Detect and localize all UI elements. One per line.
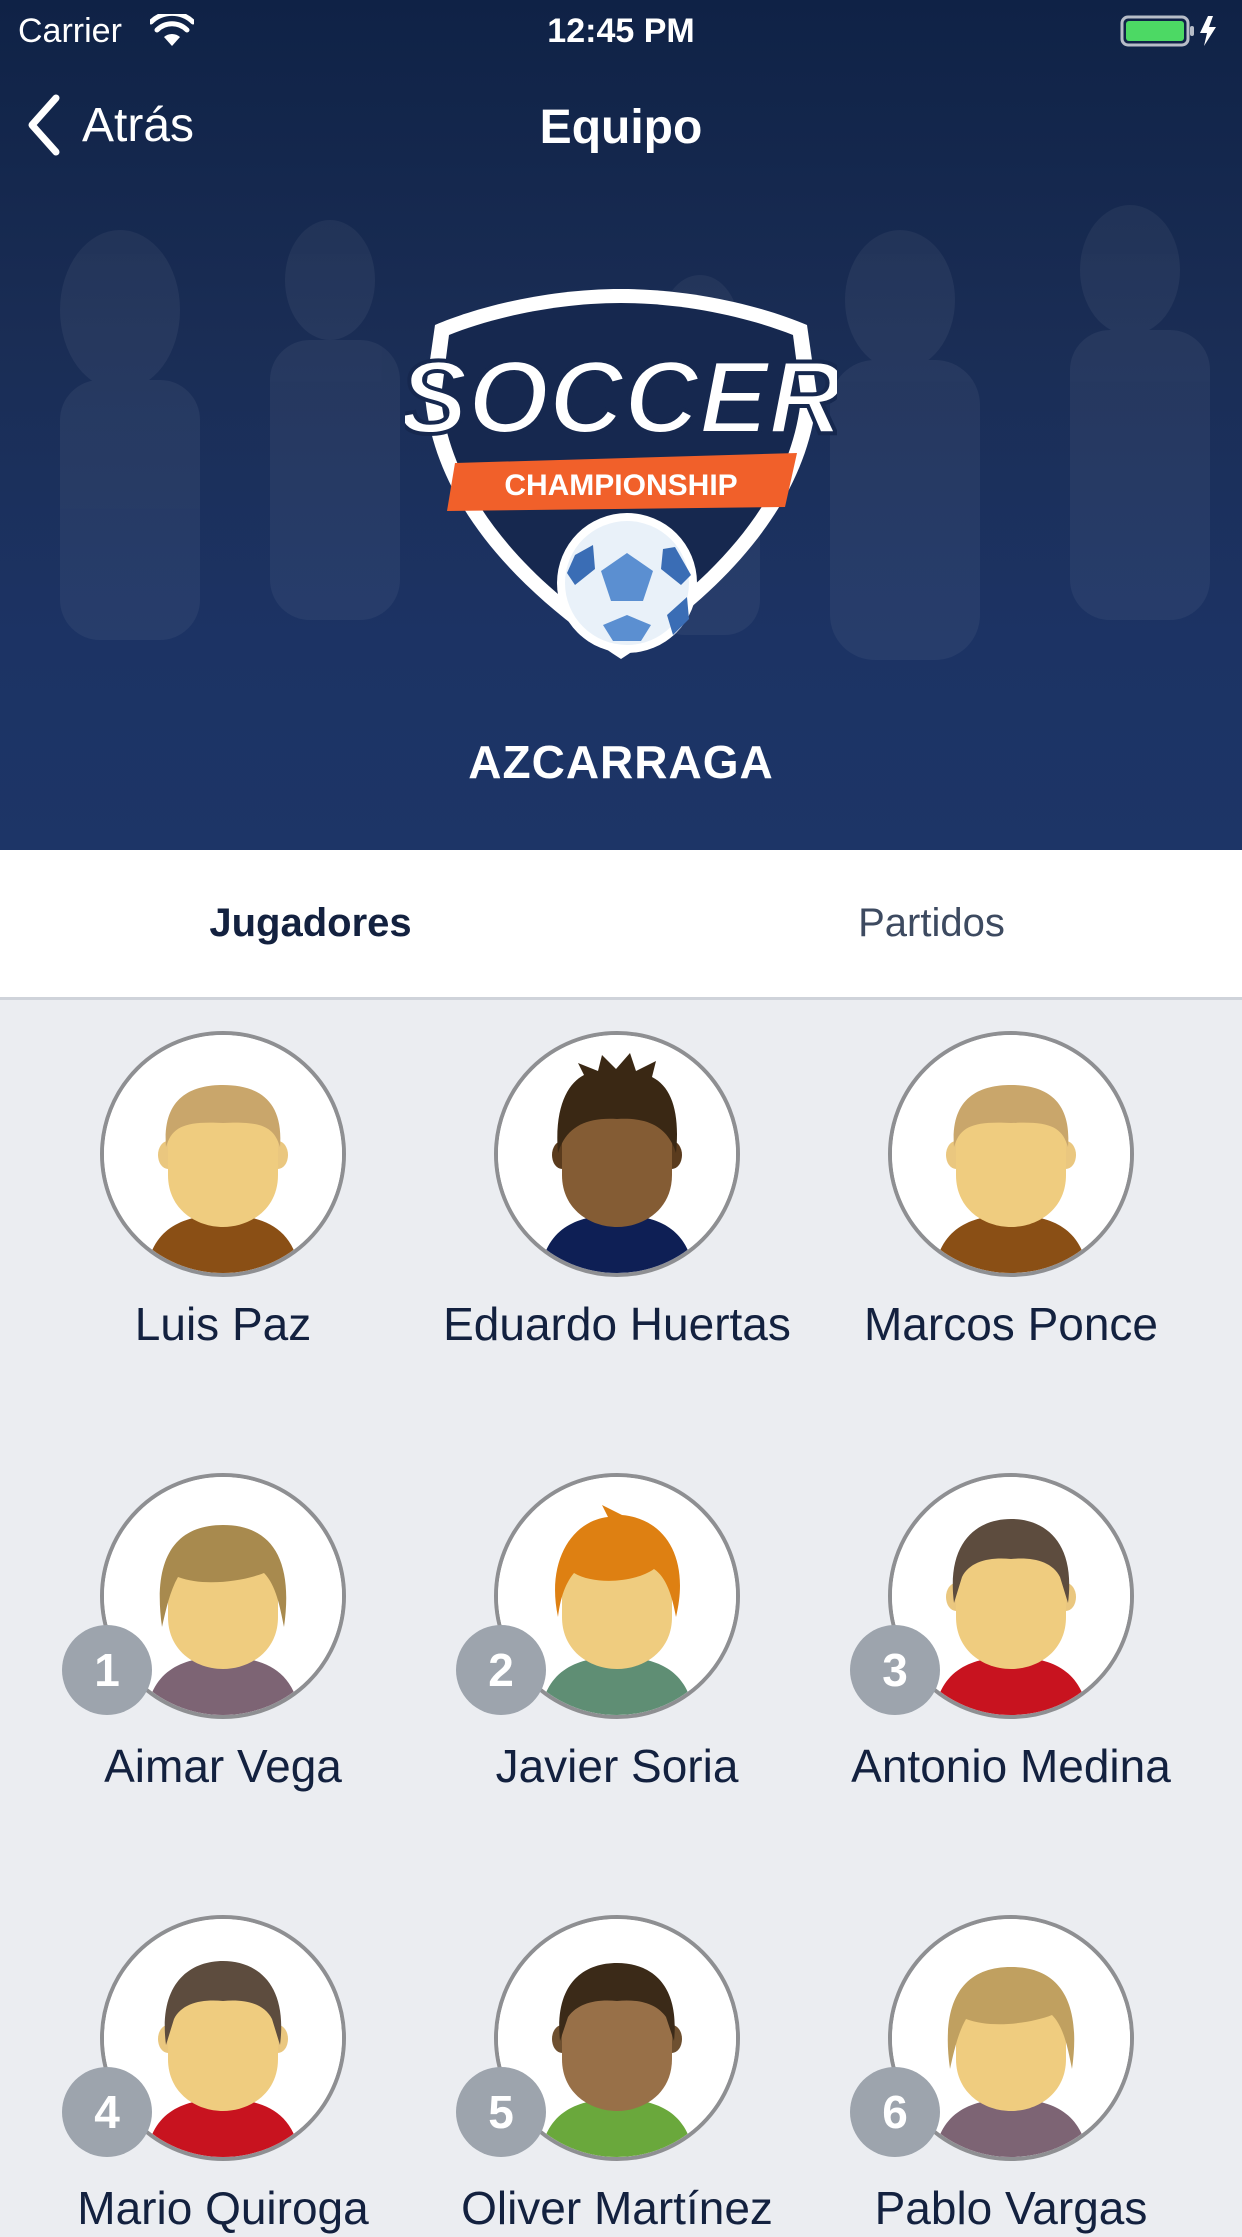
player-number-badge: 3 bbox=[850, 1625, 940, 1715]
player-number-badge: 6 bbox=[850, 2067, 940, 2157]
team-header: Carrier 12:45 PM Atrás Equipo SOCCER CHA… bbox=[0, 0, 1242, 850]
avatar bbox=[100, 1031, 346, 1277]
avatar-spiky-dark-navy-shirt bbox=[498, 1035, 736, 1273]
navigation-bar: Atrás Equipo bbox=[0, 80, 1242, 170]
page-title: Equipo bbox=[539, 101, 703, 154]
player-name: Pablo Vargas bbox=[874, 2182, 1148, 2234]
player-name: Marcos Ponce bbox=[863, 1298, 1158, 1350]
player-name: Oliver Martínez bbox=[461, 2182, 773, 2234]
battery-charging-icon bbox=[1120, 15, 1216, 47]
avatar bbox=[888, 1031, 1134, 1277]
tab-partidos[interactable]: Partidos bbox=[621, 850, 1242, 997]
status-bar: Carrier 12:45 PM bbox=[0, 0, 1242, 62]
avatar-blond-brown-shirt bbox=[892, 1035, 1130, 1273]
soccer-championship-logo: SOCCER CHAMPIONSHIP bbox=[405, 289, 837, 659]
player-name: Aimar Vega bbox=[104, 1740, 342, 1792]
player-name: Mario Quiroga bbox=[77, 2182, 369, 2234]
avatar-blond-brown-shirt bbox=[104, 1035, 342, 1273]
tab-jugadores[interactable]: Jugadores bbox=[0, 850, 621, 997]
player-number-badge: 1 bbox=[62, 1625, 152, 1715]
player-number-badge: 4 bbox=[62, 2067, 152, 2157]
player-name: Javier Soria bbox=[495, 1740, 739, 1792]
clock: 12:45 PM bbox=[547, 12, 695, 50]
player-name: Luis Paz bbox=[134, 1298, 312, 1350]
segmented-tabs: Jugadores Partidos bbox=[0, 850, 1242, 1000]
player-name: Antonio Medina bbox=[851, 1740, 1171, 1792]
logo-banner: CHAMPIONSHIP bbox=[504, 469, 737, 502]
player-number-badge: 2 bbox=[456, 1625, 546, 1715]
logo-word: SOCCER bbox=[405, 340, 837, 456]
team-name: AZCARRAGA bbox=[468, 736, 774, 788]
player-number-badge: 5 bbox=[456, 2067, 546, 2157]
player-name: Eduardo Huertas bbox=[443, 1298, 791, 1350]
avatar bbox=[494, 1031, 740, 1277]
